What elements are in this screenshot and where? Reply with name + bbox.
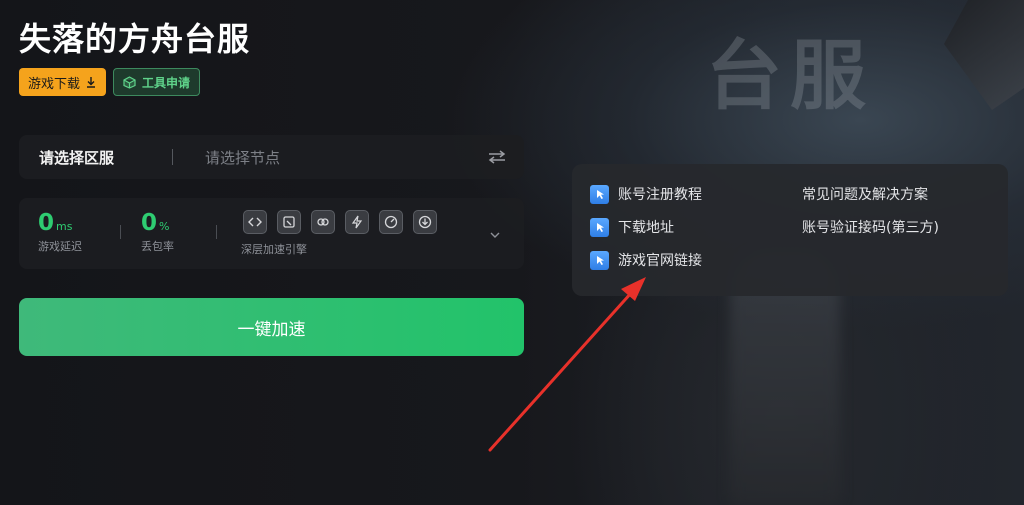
web-cursor-icon: [590, 184, 609, 204]
packet-loss-unit: %: [159, 220, 170, 233]
divider: [172, 149, 174, 165]
game-download-label: 游戏下载: [28, 76, 81, 92]
link-label: 账号验证接码(第三方): [802, 220, 939, 236]
cube-icon: [123, 75, 136, 89]
speedometer-icon[interactable]: [379, 210, 403, 234]
download-icon: [87, 77, 96, 88]
engine-icons: [243, 210, 437, 234]
quick-links-panel: 账号注册教程 下载地址 游戏官网链接 常见问题及解决方案 账号验证接码(第三方): [572, 164, 1008, 296]
link-label: 常见问题及解决方案: [802, 187, 928, 203]
web-cursor-icon: [590, 217, 609, 237]
tag-row: 游戏下载 工具申请: [19, 68, 201, 96]
one-click-boost-button[interactable]: 一键加速: [19, 298, 524, 356]
divider: [120, 225, 121, 239]
server-select-bar: 请选择区服 请选择节点: [19, 135, 524, 179]
link-download-address[interactable]: 下载地址: [590, 217, 674, 237]
packet-loss-label: 丢包率: [141, 240, 174, 253]
game-download-button[interactable]: 游戏下载: [19, 68, 107, 96]
latency-stat: 0 ms 游戏延迟: [38, 210, 82, 254]
background-watermark-title: 台服: [706, 31, 874, 120]
stats-panel: 0 ms 游戏延迟 0% 丢包率 深层加速引擎: [19, 198, 524, 269]
chevron-down-icon[interactable]: [489, 224, 501, 243]
screen-icon[interactable]: [277, 210, 301, 234]
node-select[interactable]: 请选择节点: [205, 147, 488, 168]
link-code-icon[interactable]: [243, 210, 267, 234]
download-circle-icon[interactable]: [413, 210, 437, 234]
tool-apply-label: 工具申请: [142, 75, 191, 90]
tool-apply-button[interactable]: 工具申请: [113, 68, 201, 96]
region-select[interactable]: 请选择区服: [39, 147, 114, 168]
link-official-site[interactable]: 游戏官网链接: [590, 250, 702, 270]
lightning-icon[interactable]: [345, 210, 369, 234]
link-label: 下载地址: [618, 220, 674, 236]
web-cursor-icon: [590, 250, 609, 270]
link-faq[interactable]: 常见问题及解决方案: [802, 184, 928, 204]
latency-unit: ms: [56, 220, 73, 233]
page-title: 失落的方舟台服: [19, 20, 251, 58]
background-rock: [944, 0, 1024, 110]
engine-label: 深层加速引擎: [241, 243, 307, 256]
link-account-register[interactable]: 账号注册教程: [590, 184, 702, 204]
divider: [216, 225, 217, 239]
link-label: 账号注册教程: [618, 187, 702, 203]
packet-loss-value: 0: [141, 210, 158, 236]
chain-icon[interactable]: [311, 210, 335, 234]
packet-loss-stat: 0% 丢包率: [141, 210, 174, 254]
swap-icon[interactable]: [488, 150, 506, 164]
latency-value: 0: [38, 210, 55, 236]
link-sms-verification[interactable]: 账号验证接码(第三方): [802, 217, 939, 237]
link-label: 游戏官网链接: [618, 253, 702, 269]
latency-label: 游戏延迟: [38, 240, 82, 253]
